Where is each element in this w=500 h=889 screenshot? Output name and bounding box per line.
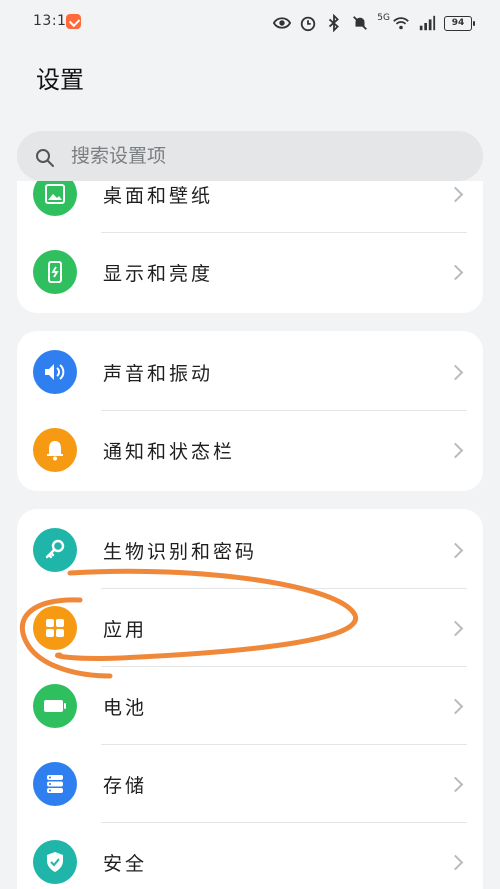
chevron-right-icon [447,442,464,458]
settings-item-security[interactable]: 安全 [17,823,483,889]
battery-setting-icon [33,684,77,728]
key-icon [33,528,77,572]
status-icons: 5G 94 [273,12,475,34]
sound-icon [33,350,77,394]
settings-item-label: 声音和振动 [103,362,214,385]
eye-icon [273,17,292,29]
chevron-right-icon [447,854,464,870]
chevron-right-icon [447,364,464,380]
chevron-right-icon [447,776,464,792]
app-notification-icon [66,14,81,29]
alarm-icon [301,16,316,32]
shield-icon [33,840,77,884]
settings-item-label: 桌面和壁纸 [103,184,214,207]
mute-icon [353,16,368,30]
settings-item-battery[interactable]: 电池 [17,667,483,745]
chevron-right-icon [447,264,464,280]
settings-item-notifications[interactable]: 通知和状态栏 [17,411,483,489]
chevron-right-icon [447,698,464,714]
settings-item-storage[interactable]: 存储 [17,745,483,823]
settings-item-label: 安全 [103,852,148,875]
page-title: 设置 [36,66,84,94]
settings-item-label: 生物识别和密码 [103,540,258,563]
wifi-icon [393,17,409,30]
wallpaper-icon [33,181,77,216]
settings-item-label: 显示和亮度 [103,262,214,285]
settings-item-wallpaper[interactable]: 桌面和壁纸 [17,181,483,233]
chevron-right-icon [447,620,464,636]
status-bar: 13:14 5G 94 [0,0,500,46]
settings-item-apps[interactable]: 应用 [17,589,483,667]
bluetooth-icon [329,14,340,32]
apps-icon [33,606,77,650]
battery-icon: 94 [444,15,475,31]
settings-item-label: 电池 [103,696,148,719]
network-label: 5G [377,13,390,23]
search-icon [36,149,54,167]
storage-icon [33,762,77,806]
settings-item-sound[interactable]: 声音和振动 [17,333,483,411]
display-icon [33,250,77,294]
settings-item-biometrics[interactable]: 生物识别和密码 [17,511,483,589]
settings-item-display[interactable]: 显示和亮度 [17,233,483,311]
settings-item-label: 存储 [103,774,148,797]
settings-group-sound: 声音和振动 通知和状态栏 [17,331,483,491]
search-input[interactable] [69,144,453,168]
settings-group-apps: 生物识别和密码 应用 电池 存储 安全 [17,509,483,889]
chevron-right-icon [447,542,464,558]
signal-icon [419,15,436,31]
search-bar[interactable] [17,131,483,181]
bell-icon [33,428,77,472]
settings-item-label: 应用 [103,618,148,641]
settings-group-display: 桌面和壁纸 显示和亮度 [17,181,483,313]
settings-item-label: 通知和状态栏 [103,440,236,463]
chevron-right-icon [447,186,464,202]
